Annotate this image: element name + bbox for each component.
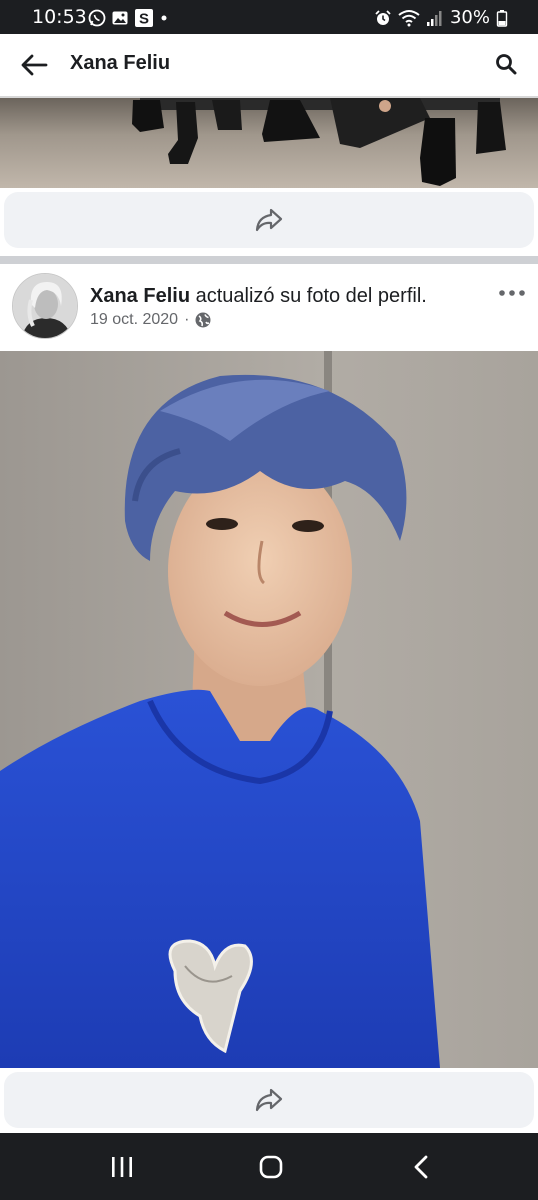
share-bar	[4, 1072, 534, 1128]
avatar-image	[13, 274, 77, 338]
system-nav-bar	[0, 1133, 538, 1200]
gallery-icon	[112, 11, 128, 25]
battery-percent: 30%	[449, 7, 490, 28]
status-time: 10:53	[32, 6, 87, 28]
status-right-icons: 30%	[374, 7, 508, 28]
share-icon[interactable]	[254, 207, 284, 233]
wifi-icon	[398, 9, 420, 26]
back-chevron-icon[interactable]	[406, 1153, 438, 1181]
share-icon[interactable]	[254, 1087, 284, 1113]
arrow-left-icon[interactable]	[18, 51, 50, 79]
boots-image	[0, 98, 538, 188]
profile-photo[interactable]	[0, 351, 538, 1068]
post-action: actualizó su foto del perfil.	[190, 285, 427, 307]
home-icon[interactable]	[255, 1153, 287, 1181]
more-horizontal-icon[interactable]	[498, 285, 526, 301]
globe-icon	[195, 312, 211, 328]
signal-icon	[426, 10, 442, 26]
status-left-icons: S	[88, 8, 169, 28]
dot-icon	[161, 15, 167, 21]
app-header: Xana Feliu	[0, 34, 538, 96]
post-meta: 19 oct. 2020 ·	[90, 311, 211, 329]
s-app-icon: S	[135, 9, 153, 28]
post-date[interactable]: 19 oct. 2020	[90, 311, 178, 329]
search-icon[interactable]	[494, 52, 518, 76]
post-divider	[0, 256, 538, 264]
status-bar: 10:53 S 30%	[0, 0, 538, 34]
meta-separator: ·	[184, 311, 190, 328]
whatsapp-icon	[88, 9, 106, 27]
profile-photo-image	[0, 351, 538, 1068]
share-bar	[4, 192, 534, 248]
battery-icon	[496, 9, 508, 27]
post-author[interactable]: Xana Feliu	[90, 285, 190, 307]
svg-text:S: S	[139, 11, 149, 28]
avatar[interactable]	[12, 273, 78, 339]
post-title: Xana Feliu actualizó su foto del perfil.	[90, 285, 427, 308]
page-title: Xana Feliu	[70, 52, 171, 74]
previous-post-photo[interactable]	[0, 96, 538, 188]
recents-icon[interactable]	[106, 1153, 138, 1181]
alarm-icon	[375, 9, 391, 25]
